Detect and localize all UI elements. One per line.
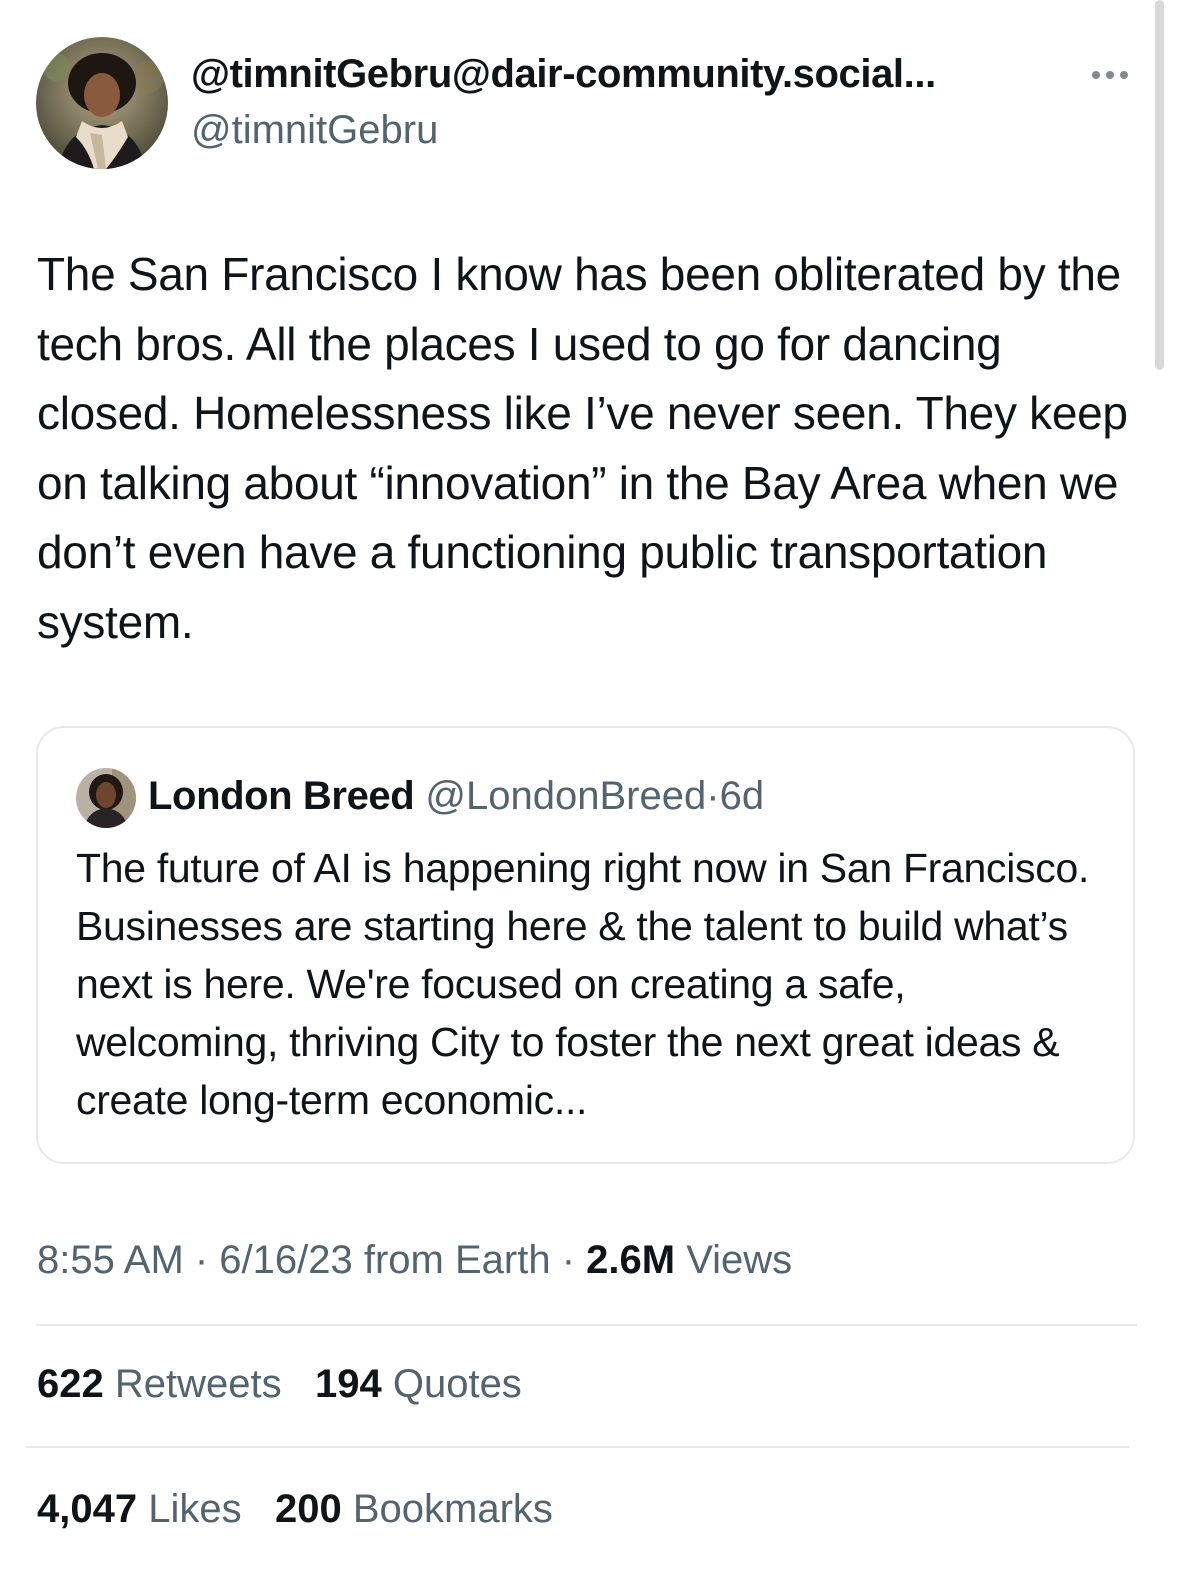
more-horizontal-icon[interactable] [1087, 62, 1133, 88]
author-avatar[interactable] [36, 37, 168, 169]
stats-row-2: 4,047 Likes 200 Bookmarks [37, 1487, 553, 1532]
views-count: 2.6M [586, 1238, 676, 1282]
tweet-time-date[interactable]: 8:55 AM · 6/16/23 from Earth · [37, 1238, 586, 1282]
bookmarks-stat[interactable]: 200 Bookmarks [275, 1487, 553, 1531]
author-handle[interactable]: @timnitGebru [191, 108, 438, 153]
bookmarks-count: 200 [274, 1487, 342, 1531]
bookmarks-label: Bookmarks [352, 1487, 553, 1531]
quoted-author-handle: @LondonBreed [425, 774, 707, 818]
stats-row-1: 622 Retweets 194 Quotes [37, 1362, 522, 1407]
quoted-author-avatar [76, 768, 136, 828]
likes-count: 4,047 [37, 1487, 138, 1531]
retweets-stat[interactable]: 622 Retweets [37, 1362, 282, 1406]
quotes-label: Quotes [392, 1362, 522, 1406]
tweet-text: The San Francisco I know has been oblite… [37, 248, 1128, 648]
quotes-stat[interactable]: 194 Quotes [315, 1362, 522, 1406]
divider [36, 1324, 1137, 1326]
retweets-label: Retweets [114, 1362, 282, 1406]
scrollbar[interactable] [1155, 0, 1164, 370]
divider [26, 1446, 1129, 1448]
tweet-detail: @timnitGebru@dair-community.social... @t… [0, 0, 1179, 1576]
quoted-tweet-text: The future of AI is happening right now … [76, 845, 1090, 1123]
quoted-tweet-card[interactable]: London Breed @LondonBreed·6d The future … [36, 726, 1135, 1164]
likes-label: Likes [148, 1487, 242, 1531]
tweet-meta: 8:55 AM · 6/16/23 from Earth · 2.6M View… [37, 1238, 792, 1283]
quoted-header: London Breed @LondonBreed·6d [148, 774, 764, 819]
quotes-count: 194 [314, 1362, 382, 1406]
author-display-name[interactable]: @timnitGebru@dair-community.social... [191, 52, 936, 97]
quoted-separator: · [706, 774, 720, 818]
views-label: Views [675, 1238, 793, 1282]
likes-stat[interactable]: 4,047 Likes [37, 1487, 242, 1531]
quoted-time: 6d [719, 774, 765, 818]
quoted-author-name: London Breed [148, 774, 415, 818]
retweets-count: 622 [37, 1362, 104, 1406]
